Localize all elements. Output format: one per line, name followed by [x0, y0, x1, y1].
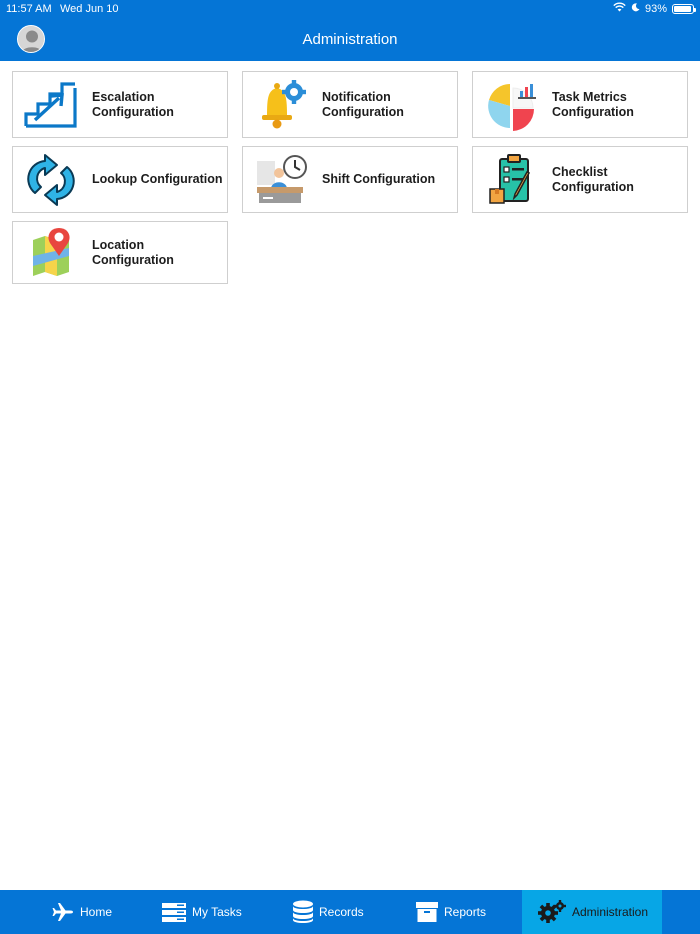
tab-label: Administration — [572, 905, 649, 919]
battery-percent: 93% — [644, 2, 667, 15]
tab-administration[interactable]: Administration — [522, 890, 662, 934]
pie-chart-icon — [482, 76, 540, 134]
tile-escalation-configuration[interactable]: Escalation Configuration — [12, 71, 228, 138]
clipboard-checklist-icon — [482, 151, 540, 209]
status-time: 11:57 AM — [6, 3, 52, 15]
tab-label: Home — [80, 905, 113, 919]
tile-shift-configuration[interactable]: Shift Configuration — [242, 146, 458, 213]
tile-label: Shift Configuration — [322, 172, 436, 186]
tile-lookup-configuration[interactable]: Lookup Configuration — [12, 146, 228, 213]
tile-location-configuration[interactable]: Location Configuration — [12, 221, 228, 284]
bell-gear-icon — [252, 76, 310, 134]
gears-icon — [538, 900, 566, 924]
status-right: 93% — [613, 2, 696, 15]
tab-label: Records — [319, 905, 364, 919]
tile-notification-configuration[interactable]: Notification Configuration — [242, 71, 458, 138]
worker-clock-icon — [252, 151, 310, 209]
page-title: Administration — [302, 31, 398, 48]
tasks-list-icon — [162, 902, 186, 922]
refresh-arrows-icon — [22, 151, 80, 209]
escalation-stairs-icon — [22, 76, 80, 134]
status-date: Wed Jun 10 — [60, 3, 119, 15]
tab-records[interactable]: Records — [293, 890, 364, 934]
tile-label: Lookup Configuration — [92, 172, 223, 186]
tile-label: Task Metrics Configuration — [552, 89, 634, 119]
wifi-icon — [613, 2, 626, 15]
status-bar: 11:57 AM Wed Jun 10 93% — [0, 0, 700, 18]
tab-home[interactable]: Home — [52, 890, 112, 934]
tile-label: Escalation Configuration — [92, 89, 174, 119]
archive-box-icon — [416, 901, 438, 923]
tile-task-metrics-configuration[interactable]: Task Metrics Configuration — [472, 71, 688, 138]
bottom-tab-bar: Home My Tasks Records Reports Administra… — [0, 890, 700, 934]
top-bar: 11:57 AM Wed Jun 10 93% Administration — [0, 0, 700, 61]
tab-my-tasks[interactable]: My Tasks — [162, 890, 242, 934]
airplane-icon — [52, 902, 74, 922]
map-pin-icon — [22, 224, 80, 282]
moon-icon — [631, 2, 640, 15]
tile-label: Checklist Configuration — [552, 164, 634, 194]
tab-reports[interactable]: Reports — [416, 890, 486, 934]
tile-label: Location Configuration — [92, 237, 174, 267]
battery-icon — [672, 3, 696, 14]
tile-checklist-configuration[interactable]: Checklist Configuration — [472, 146, 688, 213]
database-icon — [293, 900, 313, 924]
tile-label: Notification Configuration — [322, 89, 404, 119]
tab-label: Reports — [444, 905, 487, 919]
tab-label: My Tasks — [192, 905, 242, 919]
